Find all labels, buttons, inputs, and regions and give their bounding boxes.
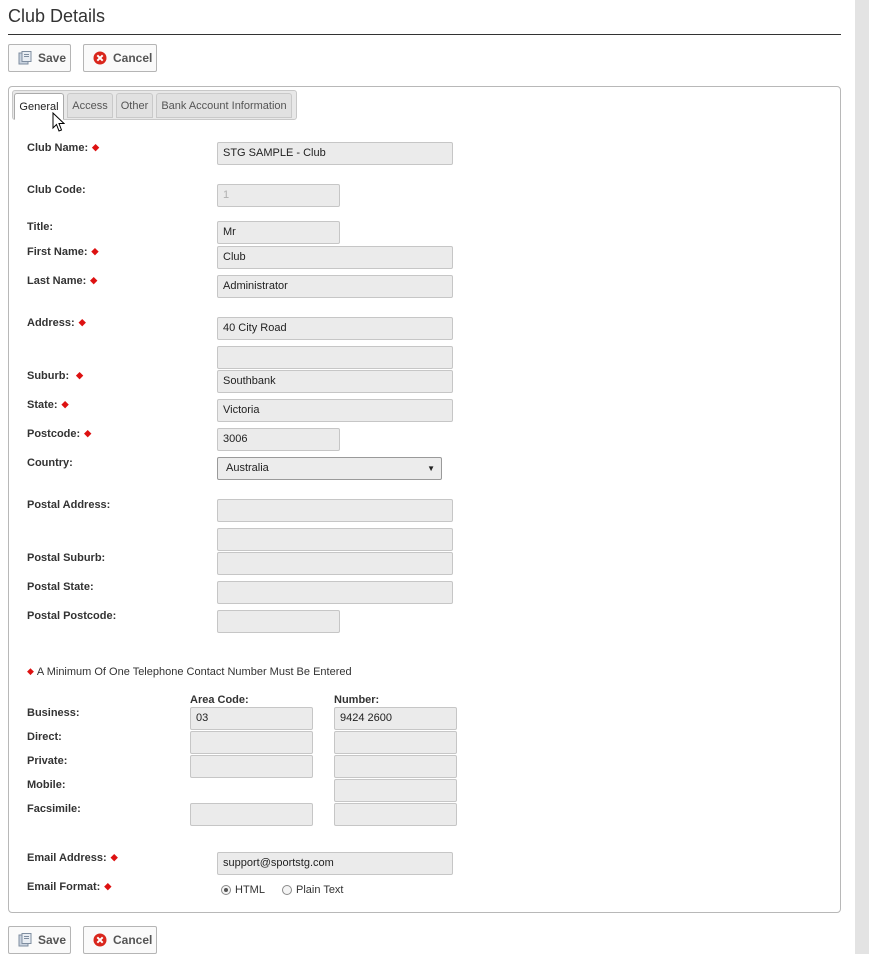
suburb-input[interactable]: Southbank xyxy=(217,370,453,393)
plain-text-radio-label: Plain Text xyxy=(296,884,344,896)
postal-address-label: Postal Address: xyxy=(27,499,111,511)
required-marker: ◆ xyxy=(110,852,118,862)
postcode-input[interactable]: 3006 xyxy=(217,428,340,451)
first-name-label: First Name: ◆ xyxy=(27,246,99,258)
direct-area-code-input[interactable] xyxy=(190,731,313,754)
cancel-button-label: Cancel xyxy=(113,933,153,947)
title-input[interactable]: Mr xyxy=(217,221,340,244)
club-name-label: Club Name: ◆ xyxy=(27,142,100,154)
address-line1-input[interactable]: 40 City Road xyxy=(217,317,453,340)
area-code-header: Area Code: xyxy=(190,694,249,706)
address-line2-input[interactable] xyxy=(217,346,453,369)
title-divider xyxy=(8,34,841,35)
first-name-input[interactable]: Club xyxy=(217,246,453,269)
mobile-phone-label: Mobile: xyxy=(27,779,66,791)
address-label: Address: ◆ xyxy=(27,317,86,329)
club-name-input[interactable]: STG SAMPLE - Club xyxy=(217,142,453,165)
postal-address-line2-input[interactable] xyxy=(217,528,453,551)
title-label: Title: xyxy=(27,221,54,233)
postal-suburb-input[interactable] xyxy=(217,552,453,575)
vertical-scrollbar[interactable] xyxy=(855,0,869,954)
save-button-label: Save xyxy=(38,933,67,947)
direct-number-input[interactable] xyxy=(334,731,457,754)
save-button-bottom[interactable]: Save xyxy=(8,926,71,954)
cancel-button-bottom[interactable]: Cancel xyxy=(83,926,157,954)
cancel-button-top[interactable]: Cancel xyxy=(83,44,157,72)
email-format-html-option[interactable]: HTML xyxy=(221,884,265,896)
business-phone-label: Business: xyxy=(27,707,80,719)
save-button-label: Save xyxy=(38,51,67,65)
required-marker: ◆ xyxy=(104,881,112,891)
plain-text-radio[interactable] xyxy=(282,885,292,895)
facsimile-area-code-input[interactable] xyxy=(190,803,313,826)
postal-address-line1-input[interactable] xyxy=(217,499,453,522)
cancel-button-label: Cancel xyxy=(113,51,153,65)
required-marker: ◆ xyxy=(27,666,34,676)
required-marker: ◆ xyxy=(84,428,92,438)
required-marker: ◆ xyxy=(61,399,69,409)
postal-suburb-label: Postal Suburb: xyxy=(27,552,106,564)
postal-postcode-label: Postal Postcode: xyxy=(27,610,117,622)
club-code-input: 1 xyxy=(217,184,340,207)
postal-state-label: Postal State: xyxy=(27,581,94,593)
state-input[interactable]: Victoria xyxy=(217,399,453,422)
tab-bank-account-information[interactable]: Bank Account Information xyxy=(156,93,292,118)
email-address-input[interactable]: support@sportstg.com xyxy=(217,852,453,875)
private-area-code-input[interactable] xyxy=(190,755,313,778)
email-format-plain-text-option[interactable]: Plain Text xyxy=(282,884,344,896)
suburb-label: Suburb: ◆ xyxy=(27,370,84,382)
save-icon xyxy=(18,933,32,947)
telephone-requirement-note: ◆ A Minimum Of One Telephone Contact Numb… xyxy=(27,666,352,678)
cancel-icon xyxy=(93,51,107,65)
country-select-value: Australia xyxy=(226,462,269,474)
tab-other[interactable]: Other xyxy=(116,93,153,118)
mobile-number-input[interactable] xyxy=(334,779,457,802)
dropdown-arrow-icon: ▼ xyxy=(427,464,435,473)
save-button-top[interactable]: Save xyxy=(8,44,71,72)
last-name-input[interactable]: Administrator xyxy=(217,275,453,298)
private-number-input[interactable] xyxy=(334,755,457,778)
private-phone-label: Private: xyxy=(27,755,68,767)
mouse-pointer-icon xyxy=(52,111,66,136)
number-header: Number: xyxy=(334,694,380,706)
postcode-label: Postcode: ◆ xyxy=(27,428,92,440)
facsimile-label: Facsimile: xyxy=(27,803,81,815)
html-radio-label: HTML xyxy=(235,884,265,896)
postal-state-input[interactable] xyxy=(217,581,453,604)
html-radio[interactable] xyxy=(221,885,231,895)
tab-access[interactable]: Access xyxy=(67,93,113,118)
page-title: Club Details xyxy=(8,6,106,26)
required-marker: ◆ xyxy=(76,370,84,380)
save-icon xyxy=(18,51,32,65)
country-label: Country: xyxy=(27,457,73,469)
required-marker: ◆ xyxy=(90,275,98,285)
business-area-code-input[interactable]: 03 xyxy=(190,707,313,730)
facsimile-number-input[interactable] xyxy=(334,803,457,826)
cancel-icon xyxy=(93,933,107,947)
direct-phone-label: Direct: xyxy=(27,731,62,743)
club-code-label: Club Code: xyxy=(27,184,86,196)
state-label: State: ◆ xyxy=(27,399,69,411)
required-marker: ◆ xyxy=(78,317,86,327)
last-name-label: Last Name: ◆ xyxy=(27,275,98,287)
email-address-label: Email Address: ◆ xyxy=(27,852,118,864)
email-format-label: Email Format: ◆ xyxy=(27,881,112,893)
country-select[interactable]: Australia ▼ xyxy=(217,457,442,480)
required-marker: ◆ xyxy=(91,246,99,256)
business-number-input[interactable]: 9424 2600 xyxy=(334,707,457,730)
postal-postcode-input[interactable] xyxy=(217,610,340,633)
required-marker: ◆ xyxy=(92,142,100,152)
